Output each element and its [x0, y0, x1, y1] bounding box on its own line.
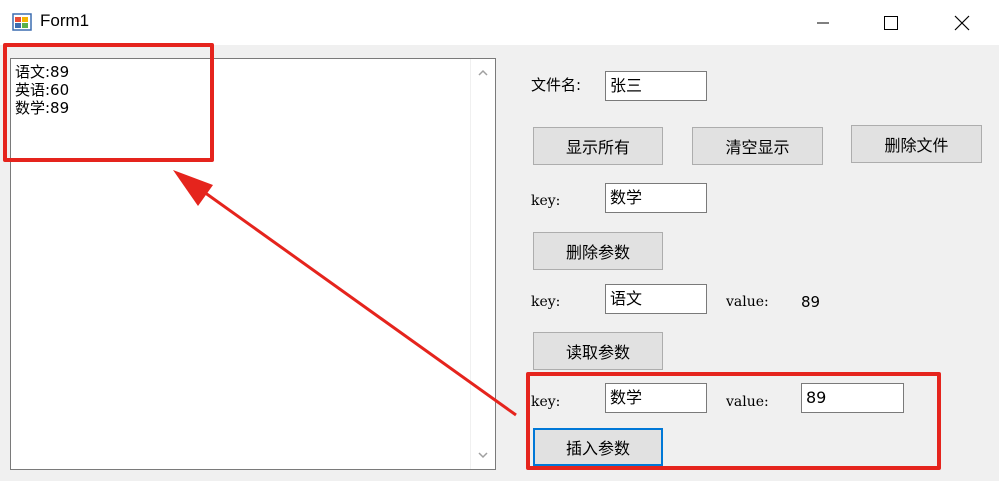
annotation-arrow: [173, 170, 517, 417]
